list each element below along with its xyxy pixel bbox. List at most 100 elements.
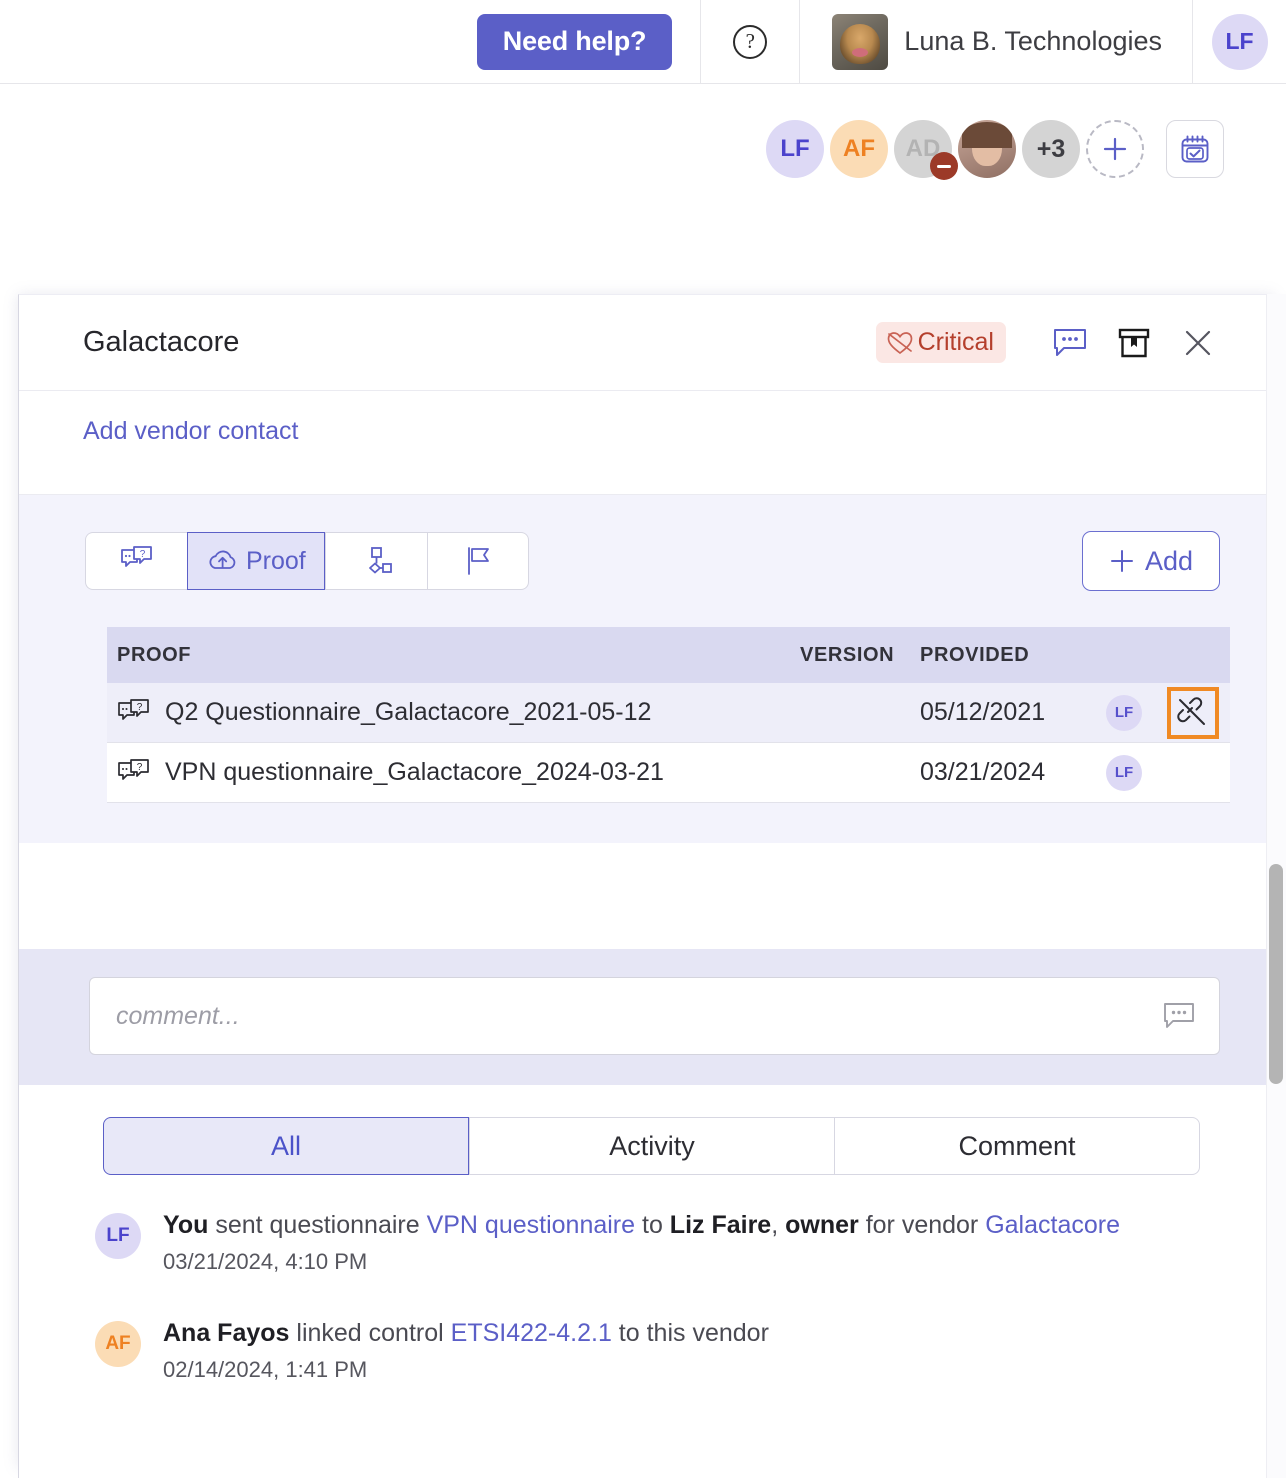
questionnaire-icon: ? — [118, 758, 149, 780]
feed-body: Ana Fayos linked control ETSI422-4.2.1 t… — [163, 1317, 769, 1383]
table-header-row: PROOF VERSION PROVIDED — [107, 627, 1230, 683]
proof-tab-group: ? Proof — [85, 532, 529, 590]
proof-section: ? Proof Add PROOF VERSION PROVIDED ? Q2 … — [19, 495, 1286, 843]
comment-input[interactable] — [116, 1001, 1161, 1031]
status-badge-label: Critical — [917, 328, 994, 356]
avatar-stack: LF AF AD +3 — [766, 120, 1086, 180]
avatar: LF — [1106, 694, 1142, 731]
panel-gutter — [18, 295, 19, 1478]
comment-icon — [1054, 328, 1086, 356]
tab-proof[interactable]: Proof — [187, 532, 325, 590]
avatar: LF — [95, 1213, 141, 1259]
broken-heart-icon — [887, 331, 912, 354]
avatar-af[interactable]: AF — [830, 120, 888, 178]
help-button[interactable]: ? — [701, 0, 799, 83]
feed-text-4: for vendor — [858, 1211, 986, 1239]
flag-icon — [467, 547, 489, 575]
comment-box[interactable] — [89, 977, 1220, 1055]
add-vendor-contact-link[interactable]: Add vendor contact — [83, 417, 298, 445]
proof-provided-date: 05/12/2021 — [920, 698, 1046, 726]
feed-text-1: sent questionnaire — [208, 1211, 427, 1239]
add-proof-label: Add — [1144, 545, 1193, 576]
org-name: Luna B. Technologies — [904, 26, 1162, 56]
avatar: AF — [95, 1320, 141, 1367]
app-root: Need help? ? Luna B. Technologies LF LF … — [0, 0, 1286, 1478]
proof-toolbar: ? Proof Add — [19, 531, 1286, 591]
svg-text:?: ? — [137, 702, 143, 713]
minus-badge-icon — [930, 152, 958, 180]
proof-owner-cell: LF — [1092, 694, 1156, 731]
proof-name-cell: ? Q2 Questionnaire_Galactacore_2021-05-1… — [107, 698, 770, 728]
close-button[interactable] — [1172, 326, 1224, 360]
feed-actor: You — [163, 1211, 209, 1239]
list-item: AF Ana Fayos linked control ETSI422-4.2.… — [95, 1317, 1226, 1383]
feed-message: You sent questionnaire VPN questionnaire… — [163, 1209, 1120, 1243]
comment-bubble-icon[interactable] — [1161, 1000, 1197, 1032]
questionnaire-icon: ? — [118, 698, 149, 720]
proof-action-cell — [1156, 686, 1230, 739]
unlink-proof-button[interactable] — [1167, 686, 1219, 739]
panel-header: Galactacore Critical — [19, 295, 1286, 391]
hierarchy-icon — [369, 547, 393, 574]
column-header-proof: PROOF — [117, 643, 192, 666]
user-menu[interactable]: LF — [1193, 0, 1286, 83]
feed-text-2: to — [635, 1211, 670, 1239]
add-proof-button[interactable]: Add — [1081, 531, 1220, 591]
feed-link-control[interactable]: ETSI422-4.2.1 — [451, 1319, 612, 1347]
assignee-row: LF AF AD +3 — [766, 120, 1224, 180]
tab-questionnaire[interactable]: ? — [85, 532, 187, 590]
avatar-overflow[interactable]: +3 — [1022, 120, 1080, 178]
feed-text-3: , — [771, 1211, 786, 1239]
activity-feed: LF You sent questionnaire VPN questionna… — [19, 1175, 1286, 1383]
feed-message: Ana Fayos linked control ETSI422-4.2.1 t… — [163, 1317, 769, 1351]
tab-workflow[interactable] — [324, 532, 427, 590]
tab-flag[interactable] — [426, 532, 529, 590]
question-circle-icon: ? — [733, 24, 768, 59]
proof-name-cell: ? VPN questionnaire_Galactacore_2024-03-… — [107, 758, 770, 788]
comment-button[interactable] — [1044, 327, 1096, 359]
table-row[interactable]: ? Q2 Questionnaire_Galactacore_2021-05-1… — [107, 683, 1230, 743]
section-spacer — [19, 843, 1286, 949]
vendor-detail-panel: Galactacore Critical Add vendor contact … — [18, 294, 1286, 1478]
feed-recipient: Liz Faire — [669, 1211, 772, 1239]
avatar: LF — [1211, 13, 1268, 70]
avatar-lf[interactable]: LF — [766, 120, 824, 178]
scrollbar-thumb[interactable] — [1269, 864, 1283, 1084]
plus-icon — [1110, 550, 1133, 572]
feed-text-2: to this vendor — [611, 1318, 769, 1347]
archive-icon — [1118, 328, 1150, 357]
tab-all[interactable]: All — [103, 1117, 469, 1175]
org-avatar — [832, 13, 889, 70]
feed-link-questionnaire[interactable]: VPN questionnaire — [427, 1211, 635, 1239]
proof-name: VPN questionnaire_Galactacore_2024-03-21 — [165, 758, 664, 786]
calendar-check-button[interactable] — [1166, 120, 1224, 178]
org-switcher[interactable]: Luna B. Technologies — [800, 0, 1192, 83]
proof-owner-cell: LF — [1092, 754, 1156, 791]
feed-timestamp: 02/14/2024, 1:41 PM — [163, 1356, 368, 1382]
column-header-version: VERSION — [800, 643, 895, 666]
feed-actor: Ana Fayos — [163, 1318, 290, 1347]
add-assignee-button[interactable] — [1086, 120, 1144, 178]
avatar-photo[interactable] — [958, 120, 1016, 178]
list-item: LF You sent questionnaire VPN questionna… — [95, 1209, 1226, 1275]
archive-button[interactable] — [1108, 326, 1160, 360]
panel-scrollbar[interactable] — [1266, 294, 1286, 1478]
proof-name: Q2 Questionnaire_Galactacore_2021-05-12 — [165, 698, 652, 726]
avatar-ad[interactable]: AD — [894, 120, 958, 180]
need-help-button[interactable]: Need help? — [476, 13, 673, 70]
contact-section: Add vendor contact — [19, 391, 1286, 495]
proof-provided-date: 03/21/2024 — [920, 758, 1046, 786]
plus-icon — [1103, 137, 1127, 161]
tab-proof-label: Proof — [246, 546, 306, 575]
cloud-upload-icon — [209, 550, 236, 569]
column-header-provided: PROVIDED — [920, 643, 1030, 666]
feed-role: owner — [785, 1211, 859, 1239]
tab-activity[interactable]: Activity — [469, 1117, 834, 1175]
feed-body: You sent questionnaire VPN questionnaire… — [163, 1209, 1120, 1275]
tab-comment[interactable]: Comment — [834, 1117, 1200, 1175]
table-row[interactable]: ? VPN questionnaire_Galactacore_2024-03-… — [107, 743, 1230, 803]
feed-link-vendor[interactable]: Galactacore — [985, 1211, 1120, 1239]
page-title: Galactacore — [83, 326, 240, 358]
questionnaire-icon: ? — [120, 546, 152, 567]
feed-text-1: linked control — [289, 1318, 451, 1347]
